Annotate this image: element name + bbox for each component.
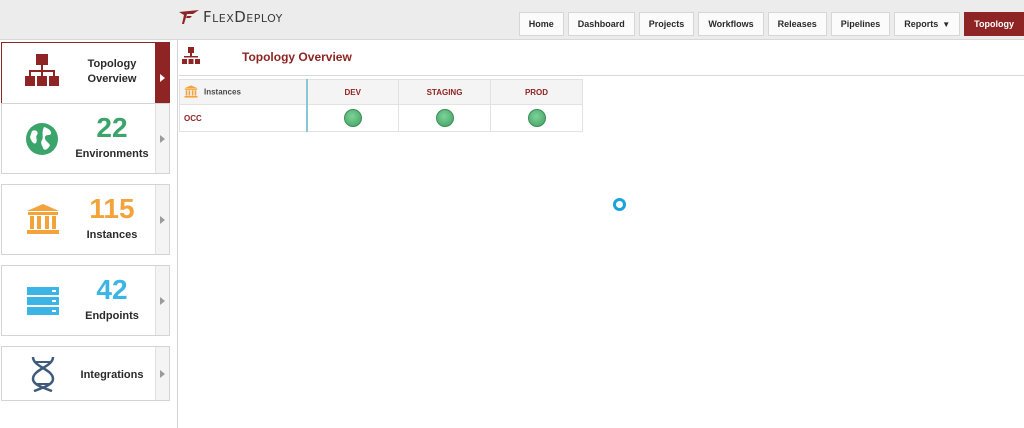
env-header-staging[interactable]: STAGING <box>398 79 491 105</box>
nav-releases-label: Releases <box>777 19 817 29</box>
page-title: Topology Overview <box>242 50 352 64</box>
flexdeploy-logo-icon <box>179 10 199 24</box>
chevron-right-icon <box>155 104 169 173</box>
top-nav: Home Dashboard Projects Workflows Releas… <box>518 12 1024 36</box>
caret-down-icon: ▼ <box>942 19 951 29</box>
label-line1: Topology <box>87 58 137 70</box>
table-header-row: Instances DEV STAGING PROD <box>179 79 583 105</box>
instances-header-label: Instances <box>204 87 241 97</box>
table-row: OCC <box>179 104 583 132</box>
environments-label: Environments <box>75 148 149 160</box>
chevron-right-icon <box>155 347 169 400</box>
sidebar-card-instances[interactable]: 115 Instances <box>1 184 170 255</box>
nav-home[interactable]: Home <box>518 12 564 36</box>
instance-name[interactable]: OCC <box>179 104 308 132</box>
chevron-right-icon <box>155 43 169 112</box>
endpoints-count: 42 <box>96 274 128 305</box>
logo-text: FlexDeploy <box>203 8 283 26</box>
flexdeploy-logo[interactable]: FlexDeploy <box>178 8 283 26</box>
env-header-dev[interactable]: DEV <box>306 79 399 105</box>
dna-icon <box>30 355 56 398</box>
page-header: Topology Overview <box>179 42 1024 76</box>
nav-reports-label: Reports <box>904 19 939 29</box>
nav-topology[interactable]: Topology <box>964 12 1024 36</box>
sidebar-card-environments[interactable]: 22 Environments <box>1 103 170 174</box>
chevron-right-icon <box>155 266 169 335</box>
sidebar: Topology Overview 22 Environments 115 In… <box>0 40 178 428</box>
status-ok-icon <box>435 109 454 127</box>
loading-spinner-icon <box>613 198 626 211</box>
instances-count: 115 <box>89 193 135 224</box>
instances-column-header: Instances <box>179 79 308 105</box>
instances-label: Instances <box>86 229 138 241</box>
status-cell-prod[interactable] <box>490 104 583 132</box>
nav-dashboard[interactable]: Dashboard <box>567 12 635 36</box>
nav-projects[interactable]: Projects <box>638 12 695 36</box>
building-icon <box>184 84 198 100</box>
endpoints-label: Endpoints <box>85 310 139 322</box>
integrations-label: Integrations <box>80 369 144 381</box>
building-icon <box>26 203 60 240</box>
status-ok-icon <box>527 109 546 127</box>
app-header: FlexDeploy Home Dashboard Projects Workf… <box>0 0 1024 40</box>
nav-workflows-label: Workflows <box>708 19 754 29</box>
topology-icon <box>182 46 200 71</box>
nav-releases[interactable]: Releases <box>767 12 827 36</box>
nav-topology-label: Topology <box>974 19 1014 29</box>
env-header-prod[interactable]: PROD <box>490 79 583 105</box>
sidebar-card-integrations[interactable]: Integrations <box>1 346 170 401</box>
nav-home-label: Home <box>528 19 554 29</box>
nav-pipelines-label: Pipelines <box>840 19 881 29</box>
status-ok-icon <box>343 109 362 127</box>
topology-table: Instances DEV STAGING PROD OCC <box>179 79 583 132</box>
chevron-right-icon <box>155 185 169 254</box>
nav-dashboard-label: Dashboard <box>577 19 625 29</box>
label-line2: Overview <box>87 73 137 85</box>
topology-icon <box>24 52 60 93</box>
nav-reports[interactable]: Reports ▼ <box>894 12 961 36</box>
nav-workflows[interactable]: Workflows <box>698 12 764 36</box>
nav-projects-label: Projects <box>648 19 685 29</box>
status-cell-staging[interactable] <box>398 104 491 132</box>
globe-icon <box>24 121 60 162</box>
server-icon <box>26 286 60 321</box>
environments-count: 22 <box>96 112 128 143</box>
sidebar-card-label: Topology Overview <box>66 57 158 87</box>
nav-pipelines[interactable]: Pipelines <box>830 12 891 36</box>
sidebar-card-endpoints[interactable]: 42 Endpoints <box>1 265 170 336</box>
status-cell-dev[interactable] <box>306 104 399 132</box>
